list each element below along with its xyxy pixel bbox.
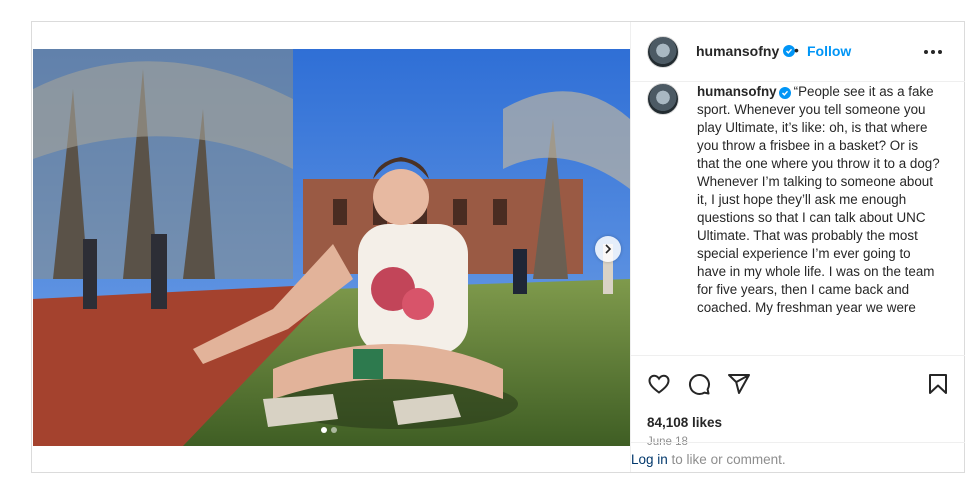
photo-woman-sitting-on-grass: [33, 49, 630, 446]
post-card: humansofny • Follow humansofny “People se…: [31, 21, 965, 473]
avatar[interactable]: [647, 36, 679, 68]
share-icon[interactable]: [727, 372, 751, 396]
carousel-next-button[interactable]: [595, 236, 621, 262]
caption-avatar[interactable]: [647, 83, 679, 115]
more-options-icon[interactable]: [921, 42, 945, 62]
comment-icon[interactable]: [687, 372, 711, 396]
heart-icon[interactable]: [647, 372, 671, 396]
likes-count[interactable]: 84,108 likes: [647, 415, 722, 430]
username-text[interactable]: humansofny: [696, 43, 779, 59]
post-photo[interactable]: [33, 49, 630, 446]
login-prompt-text: to like or comment.: [667, 452, 786, 467]
caption-area: humansofny “People see it as a fake sport…: [631, 83, 965, 355]
follow-button[interactable]: Follow: [807, 43, 851, 59]
caption-text: “People see it as a fake sport. Whenever…: [697, 84, 940, 315]
carousel-indicator: [321, 427, 337, 433]
separator-dot: •: [794, 42, 799, 58]
verified-badge-icon: [778, 87, 791, 99]
bookmark-icon[interactable]: [926, 372, 950, 396]
carousel-dot: [331, 427, 337, 433]
post-caption: humansofny “People see it as a fake sport…: [697, 83, 943, 317]
login-prompt: Log in to like or comment.: [631, 442, 965, 472]
login-link[interactable]: Log in: [631, 452, 668, 467]
chevron-right-icon: [605, 244, 612, 254]
carousel-dot-active: [321, 427, 327, 433]
caption-username[interactable]: humansofny: [697, 84, 777, 99]
post-sidebar: humansofny • Follow humansofny “People se…: [630, 22, 965, 472]
header-username[interactable]: humansofny: [696, 43, 796, 59]
post-header: humansofny • Follow: [631, 22, 965, 82]
